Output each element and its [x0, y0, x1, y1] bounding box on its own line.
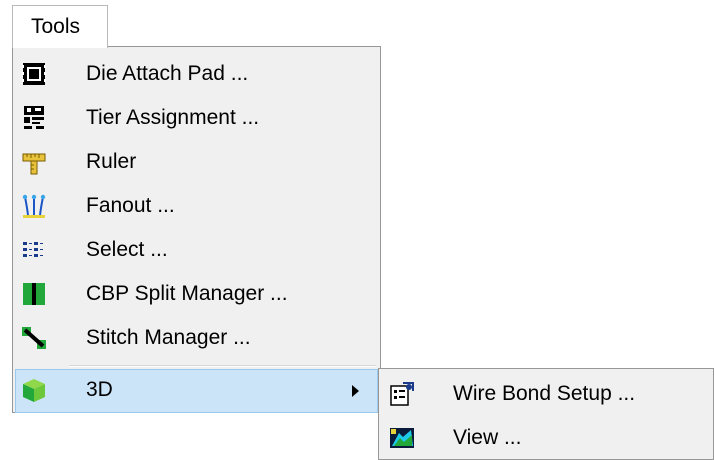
- screen: Tools Die Attach Pad ... Tier Assignment…: [0, 0, 714, 460]
- menu-item-tier-assignment[interactable]: Tier Assignment ...: [15, 97, 378, 141]
- menu-item-label: Tier Assignment ...: [86, 106, 260, 129]
- fanout-icon: [22, 194, 46, 218]
- menu-item-die-attach-pad[interactable]: Die Attach Pad ...: [15, 53, 378, 97]
- submenu-arrow-icon: [352, 385, 359, 397]
- menu-item-label: Ruler: [86, 150, 137, 173]
- menu-item-label: Select ...: [86, 238, 168, 261]
- menu-item-ruler[interactable]: Ruler: [15, 141, 378, 185]
- wire-bond-setup-icon: [390, 382, 414, 406]
- menu-item-label: Fanout ...: [86, 194, 175, 217]
- ruler-icon: [22, 153, 46, 175]
- menu-separator: [69, 365, 376, 367]
- menu-item-label: 3D: [86, 378, 113, 401]
- menu-item-label: Die Attach Pad ...: [86, 62, 249, 85]
- submenu-item-label: View ...: [453, 426, 522, 449]
- 3d-cube-icon: [23, 379, 45, 402]
- menu-item-3d[interactable]: 3D: [15, 369, 378, 413]
- submenu-3d: Wire Bond Setup ... View ...: [378, 368, 714, 460]
- select-icon: [23, 242, 43, 257]
- menu-item-label: Stitch Manager ...: [86, 326, 251, 349]
- menu-item-select[interactable]: Select ...: [15, 229, 378, 273]
- 3d-view-icon: [390, 428, 414, 448]
- submenu-item-view[interactable]: View ...: [381, 417, 711, 460]
- cbp-split-manager-icon: [23, 283, 45, 305]
- submenu-item-wire-bond-setup[interactable]: Wire Bond Setup ...: [381, 373, 711, 417]
- menu-item-stitch-manager[interactable]: Stitch Manager ...: [15, 317, 378, 361]
- die-attach-pad-icon: [22, 63, 46, 85]
- menubar-tools-label: Tools: [31, 15, 81, 38]
- menu-item-label: CBP Split Manager ...: [86, 282, 288, 305]
- menu-item-fanout[interactable]: Fanout ...: [15, 185, 378, 229]
- menu-item-cbp-split-manager[interactable]: CBP Split Manager ...: [15, 273, 378, 317]
- menubar-tools[interactable]: Tools: [12, 5, 108, 48]
- submenu-item-label: Wire Bond Setup ...: [453, 382, 636, 405]
- tier-assignment-icon: [24, 106, 44, 129]
- tools-menu: Die Attach Pad ... Tier Assignment ... R…: [12, 46, 381, 413]
- stitch-manager-icon: [22, 327, 46, 349]
